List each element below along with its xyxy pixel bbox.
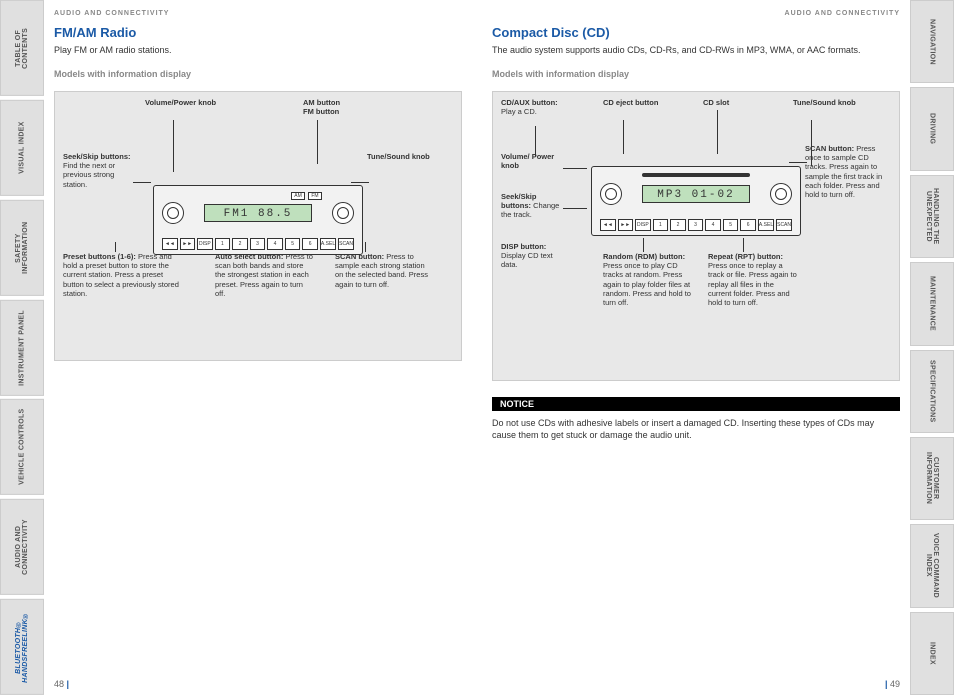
callout-scan-button: SCAN button: Press to sample each strong…: [335, 252, 435, 290]
diagram-fm-am: Volume/Power knob AM button FM button Se…: [54, 91, 462, 361]
diagram-cd: CD/AUX button: Play a CD. CD eject butto…: [492, 91, 900, 381]
cd-unit-illustration: MP3 01-02 ◄◄►►DISP 123 456 A.SELSCAN: [591, 166, 801, 236]
section-title-fm-am: FM/AM Radio: [54, 25, 462, 40]
nav-tab-navigation[interactable]: NAVIGATION: [910, 0, 954, 83]
am-fm-buttons-icon: AMFM: [291, 192, 322, 200]
notice-label: NOTICE: [492, 397, 900, 411]
nav-tab-safety-information[interactable]: SAFETY INFORMATION: [0, 200, 44, 296]
left-page: AUDIO AND CONNECTIVITY FM/AM Radio Play …: [54, 10, 462, 689]
volume-knob-icon: [600, 183, 622, 205]
models-note-right: Models with information display: [492, 69, 900, 79]
tune-knob-icon: [770, 183, 792, 205]
callout-seek-skip: Seek/Skip buttons: Find the next or prev…: [63, 152, 133, 190]
nav-tab-driving[interactable]: DRIVING: [910, 87, 954, 170]
nav-tab-instrument-panel[interactable]: INSTRUMENT PANEL: [0, 300, 44, 396]
nav-tab-handling-the-unexpected[interactable]: HANDLING THE UNEXPECTED: [910, 175, 954, 258]
callout-cd-slot: CD slot: [703, 98, 753, 107]
right-page: AUDIO AND CONNECTIVITY Compact Disc (CD)…: [492, 10, 900, 689]
nav-tab-audio-and-connectivity[interactable]: AUDIO AND CONNECTIVITY: [0, 499, 44, 595]
tune-knob-icon: [332, 202, 354, 224]
models-note-left: Models with information display: [54, 69, 462, 79]
callout-preset-buttons: Preset buttons (1-6): Press and hold a p…: [63, 252, 183, 299]
intro-cd: The audio system supports audio CDs, CD-…: [492, 44, 900, 57]
callout-auto-select: Auto select button: Press to scan both b…: [215, 252, 315, 299]
nav-tab-visual-index[interactable]: VISUAL INDEX: [0, 100, 44, 196]
callout-random-button: Random (RDM) button: Press once to play …: [603, 252, 693, 308]
intro-fm-am: Play FM or AM radio stations.: [54, 44, 462, 57]
nav-tab-voice-command-index[interactable]: VOICE COMMAND INDEX: [910, 524, 954, 607]
radio-unit-illustration: AMFM FM1 88.5 ◄◄►►DISP 123 456 A.SELSCAN: [153, 185, 363, 255]
lcd-display: FM1 88.5: [204, 204, 312, 222]
preset-row-icon: ◄◄►►DISP 123 456 A.SELSCAN: [162, 238, 354, 250]
volume-knob-icon: [162, 202, 184, 224]
cd-slot-icon: [642, 173, 750, 177]
cd-button-row-icon: ◄◄►►DISP 123 456 A.SELSCAN: [600, 219, 792, 231]
nav-tab-index[interactable]: INDEX: [910, 612, 954, 695]
callout-cd-eject: CD eject button: [603, 98, 663, 107]
page-number-left: 48 |: [54, 679, 69, 689]
page-header-left: AUDIO AND CONNECTIVITY: [54, 10, 462, 17]
callout-vol-knob-cd: Volume/ Power knob: [501, 152, 561, 171]
page-header-right: AUDIO AND CONNECTIVITY: [492, 10, 900, 17]
nav-tab-bluetooth-handsfreelink-[interactable]: BLUETOOTH® HANDSFREELINK®: [0, 599, 44, 695]
callout-am-fm-button: AM button FM button: [303, 98, 383, 117]
nav-tab-table-of-contents[interactable]: TABLE OF CONTENTS: [0, 0, 44, 96]
lcd-display-cd: MP3 01-02: [642, 185, 750, 203]
callout-repeat-button: Repeat (RPT) button: Press once to repla…: [708, 252, 798, 308]
nav-tab-vehicle-controls[interactable]: VEHICLE CONTROLS: [0, 399, 44, 495]
page-number-right: | 49: [885, 679, 900, 689]
callout-tune-knob: Tune/Sound knob: [367, 152, 437, 161]
section-title-cd: Compact Disc (CD): [492, 25, 900, 40]
callout-tune-knob-cd: Tune/Sound knob: [793, 98, 863, 107]
nav-tab-customer-information[interactable]: CUSTOMER INFORMATION: [910, 437, 954, 520]
nav-tab-maintenance[interactable]: MAINTENANCE: [910, 262, 954, 345]
nav-tab-specifications[interactable]: SPECIFICATIONS: [910, 350, 954, 433]
callout-scan-cd: SCAN button: Press once to sample CD tra…: [805, 144, 883, 200]
notice-text: Do not use CDs with adhesive labels or i…: [492, 417, 900, 442]
callout-volume-knob: Volume/Power knob: [145, 98, 225, 107]
callout-cd-aux: CD/AUX button: Play a CD.: [501, 98, 571, 117]
callout-disp-button: DISP button: Display CD text data.: [501, 242, 563, 270]
callout-seek-cd: Seek/Skip buttons: Change the track.: [501, 192, 563, 220]
